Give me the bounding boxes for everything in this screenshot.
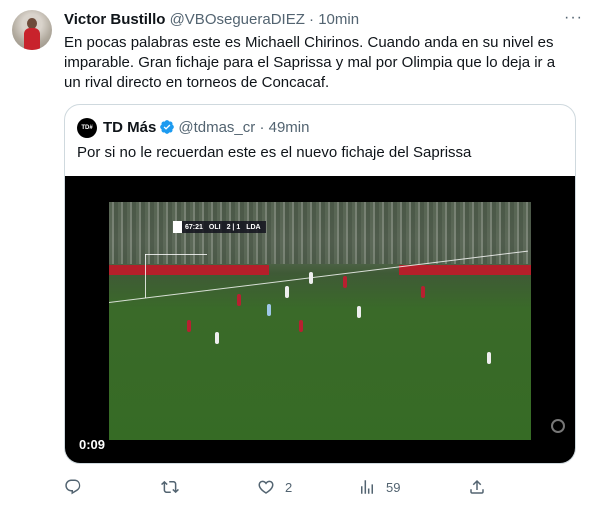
- player: [299, 320, 303, 332]
- like-icon: [258, 480, 274, 494]
- player: [215, 332, 219, 344]
- player: [487, 352, 491, 364]
- quote-avatar[interactable]: TD#: [77, 118, 97, 138]
- quote-text: Por si no le recuerdan este es el nuevo …: [77, 144, 472, 161]
- quote-separator: ·: [259, 119, 265, 136]
- video-scorebug: 67:21 OLI 2 | 1 LDA: [173, 221, 266, 233]
- progress-ring-icon: [551, 419, 565, 433]
- scorebug-home: OLI: [208, 223, 221, 231]
- video-duration: 0:09: [75, 436, 110, 453]
- action-bar: 2 59: [64, 478, 494, 500]
- scorebug-score: 2 | 1: [226, 223, 241, 231]
- header-separator: ·: [309, 11, 315, 28]
- player: [187, 320, 191, 332]
- team-badge: [173, 221, 182, 233]
- more-icon[interactable]: ···: [564, 10, 583, 26]
- goal-post: [145, 254, 146, 298]
- author-name[interactable]: Victor Bustillo: [64, 11, 165, 28]
- player: [285, 286, 289, 298]
- avatar-body: [24, 28, 40, 50]
- tweet-text: En pocas palabras este es Michaell Chiri…: [64, 34, 556, 91]
- quote-time[interactable]: 49min: [269, 119, 310, 136]
- tweet-time[interactable]: 10min: [318, 11, 359, 28]
- player: [357, 306, 361, 318]
- tweet-header: Victor Bustillo @VBOsegueraDIEZ · 10min: [64, 10, 359, 30]
- share-icon: [470, 479, 484, 494]
- player: [421, 286, 425, 298]
- reply-icon: [65, 479, 81, 495]
- share-button[interactable]: [468, 478, 486, 496]
- quote-author-name[interactable]: TD Más: [103, 119, 156, 136]
- goal-crossbar: [145, 254, 207, 255]
- verified-icon: [159, 119, 175, 141]
- author-handle[interactable]: @VBOsegueraDIEZ: [170, 11, 305, 28]
- retweet-icon: [161, 480, 179, 494]
- like-button[interactable]: 2: [257, 478, 292, 496]
- quote-header: TD Más @tdmas_cr · 49min: [103, 118, 309, 141]
- video-frame: 67:21 OLI 2 | 1 LDA: [109, 202, 531, 440]
- avatar[interactable]: [12, 10, 52, 50]
- advertising-board: [399, 265, 531, 275]
- player: [237, 294, 241, 306]
- advertising-board: [109, 265, 269, 275]
- video-player[interactable]: 67:21 OLI 2 | 1 LDA 0:09: [65, 176, 575, 463]
- reply-button[interactable]: [64, 478, 92, 496]
- player: [309, 272, 313, 284]
- quote-author-handle[interactable]: @tdmas_cr: [178, 119, 255, 136]
- player: [267, 304, 271, 316]
- like-count: 2: [285, 479, 293, 495]
- retweet-button[interactable]: [161, 478, 189, 496]
- scorebug-away: LDA: [246, 223, 261, 231]
- quoted-tweet[interactable]: TD# TD Más @tdmas_cr · 49min Por si no le…: [64, 104, 576, 464]
- views-icon: [361, 480, 373, 494]
- scorebug-clock: 67:21: [185, 223, 203, 231]
- views-button[interactable]: 59: [358, 478, 400, 496]
- views-count: 59: [386, 479, 401, 495]
- player: [343, 276, 347, 288]
